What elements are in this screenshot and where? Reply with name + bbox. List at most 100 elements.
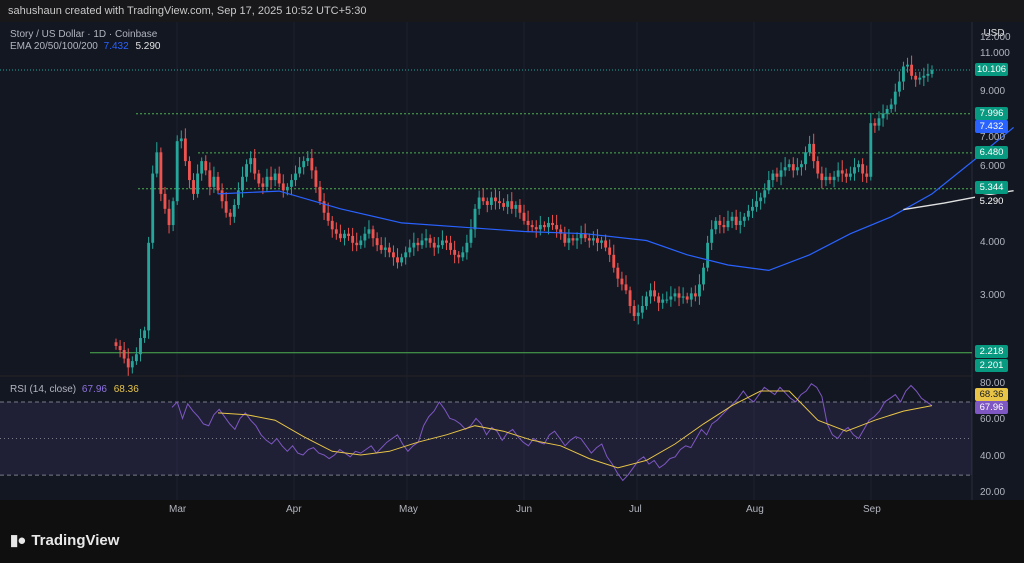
candle-body xyxy=(542,225,546,228)
candle-body xyxy=(775,173,779,177)
candle-body xyxy=(461,252,465,258)
candle-body xyxy=(791,164,795,171)
candle-body xyxy=(897,81,901,92)
candle-body xyxy=(506,201,510,207)
candle-body xyxy=(661,299,665,303)
month-label: Jun xyxy=(516,504,533,515)
price-chart[interactable] xyxy=(0,0,1024,563)
candle-body xyxy=(857,164,860,168)
candle-body xyxy=(555,225,559,230)
candle-body xyxy=(620,278,624,285)
candle-body xyxy=(347,233,350,236)
candle-body xyxy=(436,245,440,248)
candle-body xyxy=(445,240,448,243)
candle-body xyxy=(408,247,412,253)
candle-body xyxy=(734,216,738,226)
candle-body xyxy=(114,342,118,346)
candle-body xyxy=(616,267,620,279)
candle-body xyxy=(465,242,469,253)
month-label: Jul xyxy=(629,504,642,515)
candle-body xyxy=(563,233,567,243)
candle-body xyxy=(640,305,644,313)
ema-value-fast: 7.432 xyxy=(103,41,129,52)
rsi-band xyxy=(0,401,972,476)
ema-legend: EMA 20/50/100/200 7.432 5.290 xyxy=(10,41,160,52)
candle-body xyxy=(873,123,877,126)
price-tag: 7.432 xyxy=(975,120,1008,134)
candle-body xyxy=(404,252,408,258)
candle-body xyxy=(824,176,828,181)
candle-body xyxy=(600,240,603,243)
candle-body xyxy=(383,247,387,250)
candle-body xyxy=(192,180,195,194)
candle-body xyxy=(494,197,497,202)
candle-body xyxy=(179,138,183,142)
candle-body xyxy=(489,197,493,205)
candle-body xyxy=(449,242,452,250)
candle-body xyxy=(396,257,399,263)
candle-body xyxy=(653,290,656,297)
ema-value-slow: 5.290 xyxy=(135,41,161,52)
candle-body xyxy=(502,203,506,207)
candle-body xyxy=(608,247,612,255)
brand[interactable]: ▮● TradingView xyxy=(10,531,119,549)
candle-body xyxy=(693,293,697,297)
candle-body xyxy=(514,204,518,209)
rsi-tick-label: 60.00 xyxy=(980,414,1006,426)
price-tag: 5.344 xyxy=(975,180,1008,194)
price-tag: 68.36 xyxy=(975,387,1008,401)
candle-body xyxy=(216,176,220,191)
candle-body xyxy=(167,208,171,226)
candle-body xyxy=(310,158,314,171)
candle-body xyxy=(322,201,326,213)
candle-body xyxy=(771,173,775,181)
candle-body xyxy=(400,257,404,263)
candle-body xyxy=(575,238,579,241)
candle-body xyxy=(163,193,167,209)
candle-body xyxy=(171,201,175,226)
candle-body xyxy=(689,293,693,300)
candle-body xyxy=(257,173,261,184)
candle-body xyxy=(200,161,204,174)
candle-body xyxy=(318,186,322,202)
candle-body xyxy=(832,176,836,181)
candle-body xyxy=(424,238,428,241)
candle-body xyxy=(685,296,689,300)
candle-body xyxy=(314,170,318,187)
candle-body xyxy=(306,158,310,162)
candle-body xyxy=(787,164,791,168)
candle-body xyxy=(526,220,530,226)
candle-body xyxy=(228,212,232,217)
candle-body xyxy=(893,91,897,105)
candle-body xyxy=(644,296,648,306)
candle-body xyxy=(742,216,746,221)
candle-body xyxy=(779,170,783,177)
price-tag: 6.480 xyxy=(975,145,1008,159)
month-label: May xyxy=(399,504,418,515)
rsi-legend: RSI (14, close) 67.96 68.36 xyxy=(10,384,139,395)
candle-body xyxy=(673,293,677,297)
candle-body xyxy=(481,197,485,202)
candle-body xyxy=(596,238,599,243)
rsi-tick-label: 40.00 xyxy=(980,450,1006,462)
candle-body xyxy=(677,293,681,298)
candle-body xyxy=(343,233,346,239)
candle-body xyxy=(273,173,277,181)
price-tick-label: 3.000 xyxy=(980,290,1006,302)
candle-body xyxy=(587,238,591,241)
candle-body xyxy=(669,296,673,300)
month-label: Sep xyxy=(863,504,881,515)
candle-body xyxy=(628,290,632,306)
candle-body xyxy=(751,206,754,211)
candle-body xyxy=(249,158,253,165)
candle-body xyxy=(518,204,522,213)
candle-body xyxy=(746,210,750,217)
candle-body xyxy=(865,173,869,177)
price-tick-label: 7.000 xyxy=(980,132,1006,144)
candle-body xyxy=(159,152,163,194)
candle-body xyxy=(355,242,359,246)
candle-body xyxy=(848,173,852,177)
candle-body xyxy=(440,240,444,246)
price-tag: 2.201 xyxy=(975,358,1008,372)
candle-body xyxy=(591,238,595,241)
